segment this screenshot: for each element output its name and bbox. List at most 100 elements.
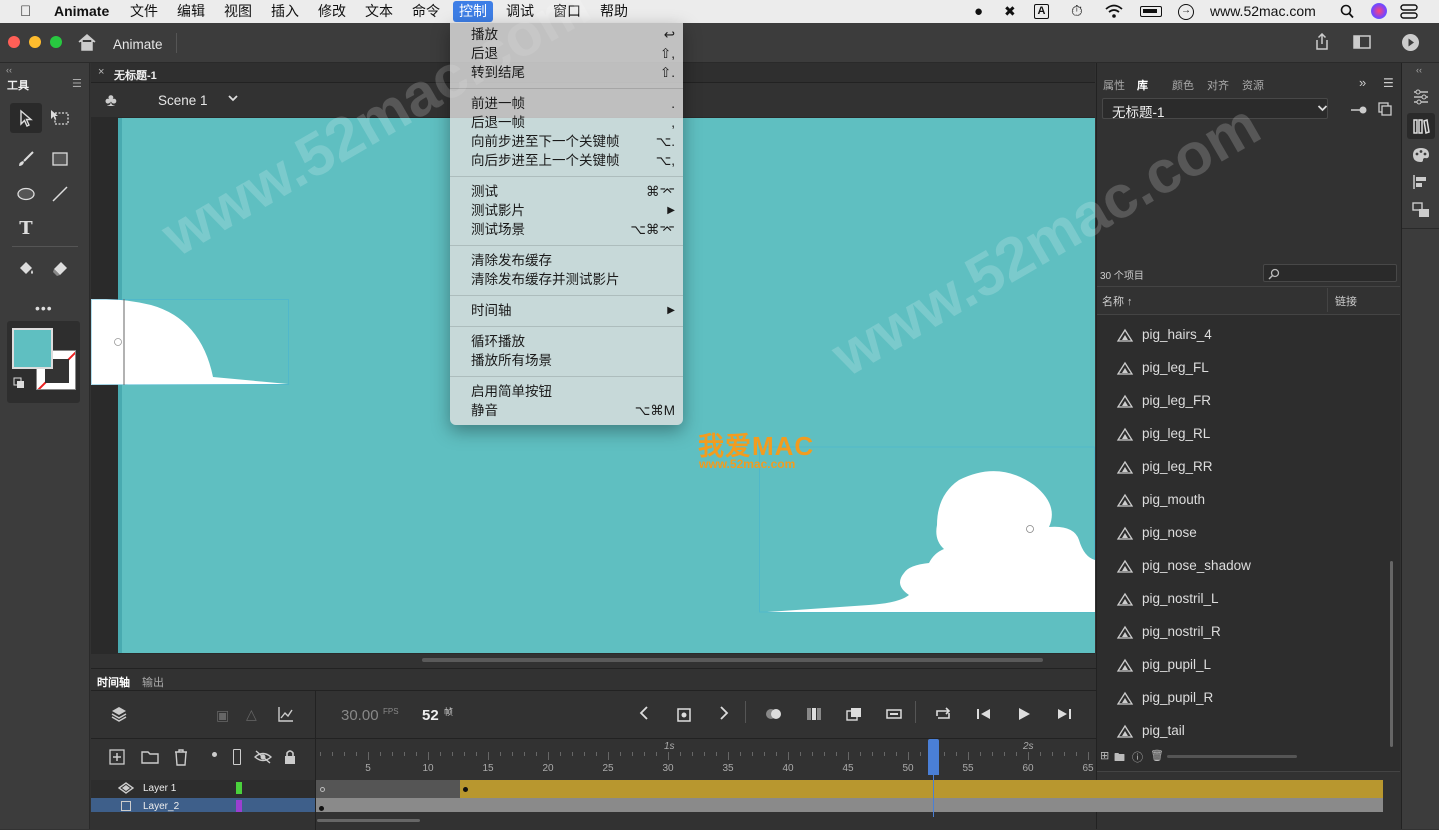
previous-keyframe-chevron-icon[interactable] (637, 705, 651, 721)
empty-keyframe[interactable] (320, 787, 325, 792)
library-search-input[interactable] (1263, 264, 1397, 282)
chevron-down-icon[interactable] (227, 92, 239, 104)
static-frames-span[interactable] (316, 780, 460, 798)
library-item[interactable]: pig_leg_RL (1116, 424, 1210, 444)
time-machine-icon[interactable]: ⏱ (1071, 0, 1083, 23)
tab-library[interactable]: 库 (1137, 77, 1148, 93)
library-item[interactable]: pig_nose_shadow (1116, 556, 1251, 576)
zoom-window-button[interactable] (50, 36, 62, 48)
layer-name[interactable]: Layer 1 (143, 783, 176, 794)
new-layer-icon[interactable] (109, 749, 125, 765)
properties-sliders-icon[interactable] (1412, 88, 1430, 106)
onion-skin-outlines-icon[interactable] (805, 706, 823, 722)
align-panel-icon[interactable] (1412, 174, 1430, 190)
color-palette-icon[interactable] (1412, 147, 1430, 163)
close-window-button[interactable] (8, 36, 20, 48)
loop-range-icon[interactable] (885, 706, 903, 722)
menu-item-play[interactable]: 播放 ↩ (471, 25, 675, 44)
library-item[interactable]: pig_leg_RR (1116, 457, 1213, 477)
fill-color-swatch[interactable] (12, 328, 53, 369)
paint-bucket-tool-icon[interactable] (14, 257, 38, 281)
menu-item-step-forward[interactable]: 前进一帧. (471, 94, 675, 113)
pin-icon[interactable] (1350, 105, 1368, 115)
menu-view[interactable]: 视图 (224, 0, 252, 23)
free-transform-tool-icon[interactable] (48, 106, 72, 130)
tab-color[interactable]: 颜色 (1172, 77, 1194, 93)
delete-layer-trash-icon[interactable] (173, 748, 189, 766)
library-scrollbar[interactable] (1390, 561, 1393, 747)
assets-panel-icon[interactable] (1412, 202, 1430, 218)
selection-tool-icon[interactable] (14, 106, 38, 130)
eraser-tool-icon[interactable] (48, 257, 72, 281)
cloud-right[interactable] (759, 445, 1095, 615)
menu-item-timeline[interactable]: 时间轴 ▶ (471, 301, 675, 320)
layer-color-swatch[interactable] (236, 800, 242, 812)
tool-icon[interactable]: ✖ (1004, 0, 1016, 23)
stage-horizontal-scrollbar[interactable] (422, 658, 1043, 662)
control-center-icon[interactable] (1400, 4, 1418, 19)
share-icon[interactable] (1313, 33, 1331, 51)
onion-skin-icon[interactable] (764, 706, 784, 722)
menu-app-name[interactable]: Animate (54, 0, 109, 23)
text-tool-icon[interactable]: T (14, 216, 38, 240)
current-frame[interactable]: 52 (422, 707, 439, 724)
input-method-icon[interactable]: A (1034, 4, 1049, 19)
library-horizontal-scrollbar[interactable] (1167, 755, 1297, 758)
keyframe[interactable] (319, 806, 324, 811)
menu-item-rewind[interactable]: 后退 ⇧, (471, 44, 675, 63)
edit-multiple-frames-icon[interactable] (845, 706, 863, 722)
layer-color-swatch[interactable] (236, 782, 242, 794)
menu-item-test-movie[interactable]: 测试影片 ▶ (471, 201, 675, 220)
timeline-horizontal-scrollbar[interactable] (317, 819, 420, 822)
layers-stack-icon[interactable] (110, 705, 128, 723)
rectangle-tool-icon[interactable] (48, 147, 72, 171)
show-outline-icon[interactable] (233, 749, 241, 765)
playhead[interactable] (928, 739, 939, 775)
app-home-tab[interactable]: Animate (113, 37, 163, 52)
library-books-icon[interactable] (1412, 117, 1430, 135)
new-folder-icon[interactable] (141, 750, 159, 764)
menu-insert[interactable]: 插入 (271, 0, 299, 23)
camera-icon[interactable]: ▣ (216, 707, 229, 724)
keyframe[interactable] (463, 787, 468, 792)
library-item[interactable]: pig_leg_FR (1116, 391, 1211, 411)
fps-value[interactable]: 30.00 (341, 707, 379, 724)
test-movie-play-icon[interactable] (1402, 34, 1419, 51)
close-tab-icon[interactable]: × (98, 66, 104, 78)
menu-edit[interactable]: 编辑 (177, 0, 205, 23)
menu-text[interactable]: 文本 (365, 0, 393, 23)
apple-icon[interactable]:  (20, 0, 31, 23)
library-item[interactable]: pig_pupil_L (1116, 655, 1211, 675)
menu-item-step-backward[interactable]: 后退一帧, (471, 113, 675, 132)
menu-item-mute[interactable]: 静音 ⌥⌘M (471, 401, 675, 420)
library-item[interactable]: pig_mouth (1116, 490, 1205, 510)
collapse-chevron-icon[interactable]: ‹‹ (1416, 65, 1422, 75)
tab-align[interactable]: 对齐 (1207, 77, 1229, 93)
panel-menu-icon[interactable]: ☰ (72, 77, 82, 90)
battery-icon[interactable] (1140, 6, 1162, 17)
swap-colors-icon[interactable] (13, 377, 25, 389)
menu-item-next-keyframe[interactable]: 向前步进至下一个关键帧 ⌥. (471, 132, 675, 151)
new-symbol-icon[interactable]: ⊞ (1100, 749, 1109, 762)
line-tool-icon[interactable] (48, 182, 72, 206)
layer-name[interactable]: Layer_2 (143, 801, 179, 812)
library-item[interactable]: pig_nose (1116, 523, 1197, 543)
column-name-header[interactable]: 名称 ↑ (1102, 293, 1133, 309)
new-folder-icon[interactable]: 🖿 (1114, 749, 1125, 768)
play-icon[interactable] (1016, 706, 1032, 722)
collapse-chevron-icon[interactable]: ‹‹ (6, 65, 12, 75)
chevron-down-icon[interactable] (1317, 103, 1328, 113)
minimize-window-button[interactable] (29, 36, 41, 48)
properties-info-icon[interactable]: ⓘ (1132, 749, 1143, 765)
delete-trash-icon[interactable]: 🗑 (1150, 749, 1164, 762)
menu-modify[interactable]: 修改 (318, 0, 346, 23)
library-item[interactable]: pig_nostril_L (1116, 589, 1219, 609)
tab-timeline[interactable]: 时间轴 (97, 674, 130, 690)
oval-tool-icon[interactable] (14, 182, 38, 206)
layer2-frames-span[interactable] (316, 798, 1383, 812)
document-tab[interactable]: 无标题-1 (114, 67, 157, 83)
library-item[interactable]: pig_nostril_R (1116, 622, 1221, 642)
insert-keyframe-icon[interactable] (676, 705, 694, 723)
clock-icon[interactable]: → (1178, 4, 1194, 20)
menu-item-clear-publish-cache[interactable]: 清除发布缓存 (471, 251, 675, 270)
